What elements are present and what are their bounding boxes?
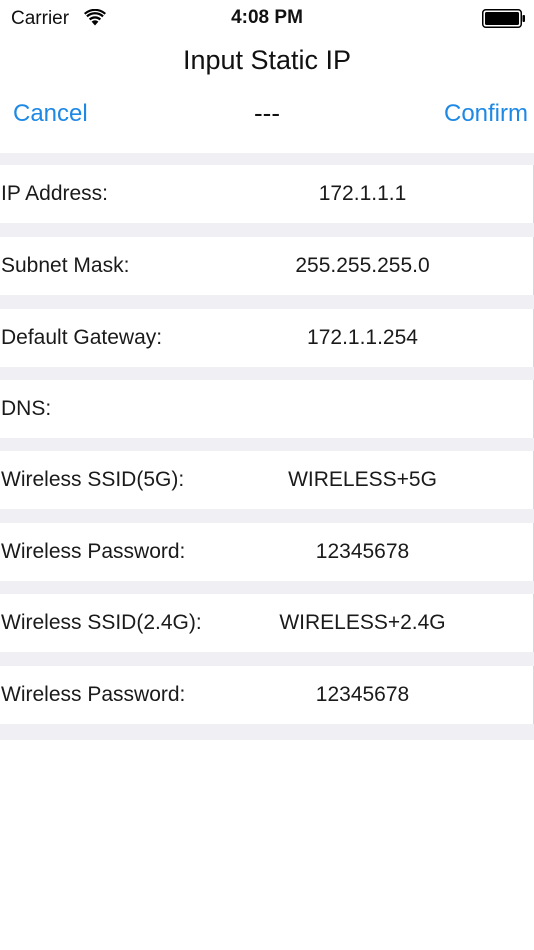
confirm-button[interactable]: Confirm xyxy=(444,98,528,130)
wireless-ssid-24g-row[interactable]: Wireless SSID(2.4G): xyxy=(0,594,534,652)
ip-address-label: IP Address: xyxy=(1,182,109,205)
subnet-mask-input[interactable] xyxy=(210,237,515,295)
cancel-button[interactable]: Cancel xyxy=(13,98,88,130)
static-ip-form: IP Address: Subnet Mask: Default Gateway… xyxy=(0,153,534,740)
battery-icon xyxy=(482,9,525,28)
default-gateway-label: Default Gateway: xyxy=(1,326,163,349)
status-time: 4:08 PM xyxy=(231,7,303,28)
ip-address-row[interactable]: IP Address: xyxy=(0,165,534,223)
default-gateway-input[interactable] xyxy=(210,309,515,367)
default-gateway-row[interactable]: Default Gateway: xyxy=(0,309,534,367)
wireless-ssid-5g-row[interactable]: Wireless SSID(5G): xyxy=(0,451,534,509)
dns-row[interactable]: DNS: xyxy=(0,380,534,438)
subnet-mask-row[interactable]: Subnet Mask: xyxy=(0,237,534,295)
wireless-ssid-24g-label: Wireless SSID(2.4G): xyxy=(1,611,202,634)
dns-label: DNS: xyxy=(1,397,52,420)
status-bar: Carrier 4:08 PM xyxy=(0,0,534,38)
wireless-password-24g-input[interactable] xyxy=(210,666,515,724)
wireless-ssid-5g-label: Wireless SSID(5G): xyxy=(1,468,185,491)
wireless-password-5g-row[interactable]: Wireless Password: xyxy=(0,523,534,581)
dns-input[interactable] xyxy=(210,380,515,438)
subnet-mask-label: Subnet Mask: xyxy=(1,254,130,277)
wireless-ssid-24g-input[interactable] xyxy=(210,594,515,652)
wireless-password-24g-row[interactable]: Wireless Password: xyxy=(0,666,534,724)
ip-address-input[interactable] xyxy=(210,165,515,223)
wireless-ssid-5g-input[interactable] xyxy=(210,451,515,509)
wireless-password-5g-label: Wireless Password: xyxy=(1,540,186,563)
wireless-password-24g-label: Wireless Password: xyxy=(1,683,186,706)
wireless-password-5g-input[interactable] xyxy=(210,523,515,581)
page-title: Input Static IP xyxy=(182,45,352,75)
